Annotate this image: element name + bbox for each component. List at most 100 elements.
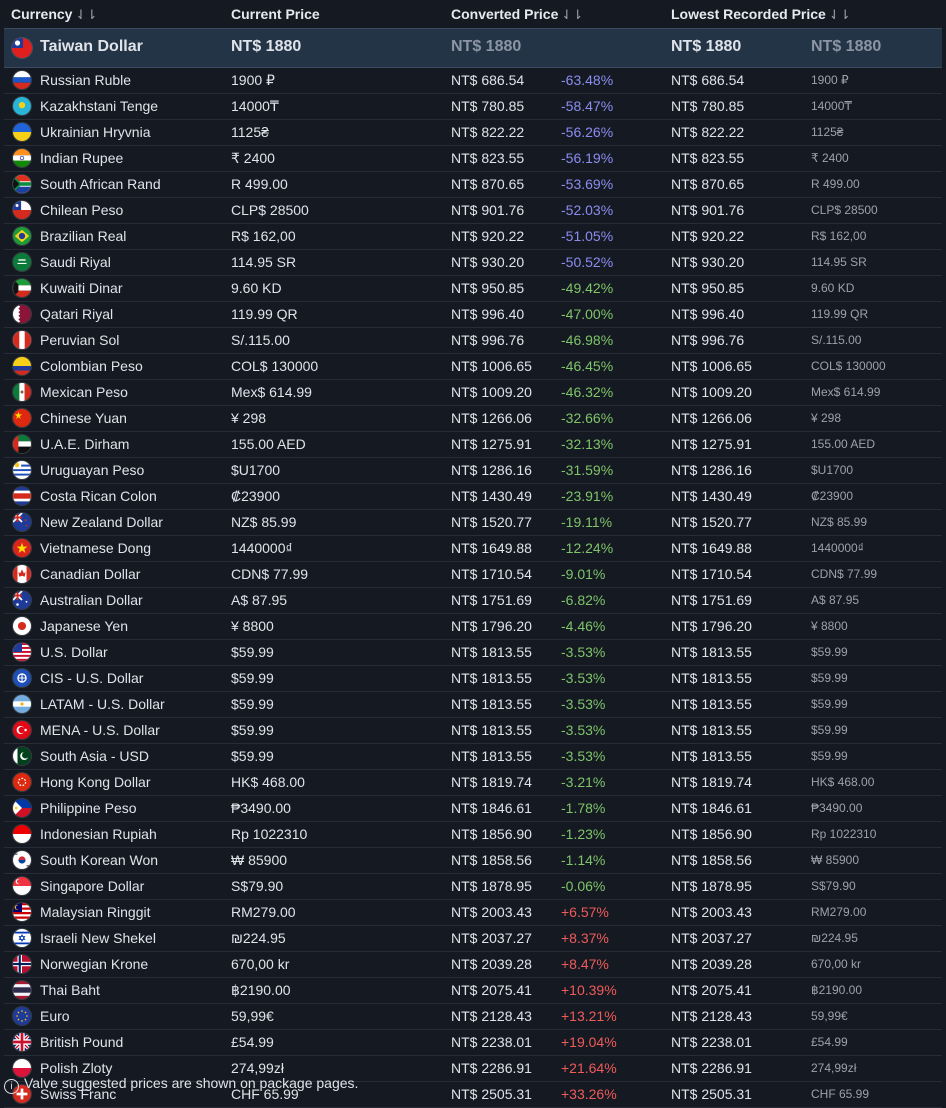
converted-price: NT$ 920.22 <box>451 228 525 244</box>
currency-row: Kazakhstani Tenge 14000₸ NT$ 780.85 -58.47%… <box>4 94 942 120</box>
lowest-local-price: 119.99 QR <box>811 307 869 321</box>
flag-icon-tw <box>12 38 32 58</box>
current-price: RM279.00 <box>231 904 296 920</box>
lowest-price: NT$ 2003.43 <box>671 904 752 920</box>
price-difference: -9.01% <box>561 566 606 582</box>
lowest-price: NT$ 2505.31 <box>671 1086 752 1102</box>
price-difference: -4.46% <box>561 618 606 634</box>
current-price: NZ$ 85.99 <box>231 514 297 530</box>
flag-icon-za <box>13 175 31 193</box>
current-price: 1125₴ <box>231 124 269 140</box>
flag-icon-uy <box>13 461 31 479</box>
currency-row: Mexican Peso Mex$ 614.99 NT$ 1009.20 -46.32… <box>4 380 942 406</box>
lowest-price: NT$ 1813.55 <box>671 696 752 712</box>
lowest-price: NT$ 2075.41 <box>671 982 752 998</box>
lowest-price: NT$ 1286.16 <box>671 462 752 478</box>
currency-row: Chilean Peso CLP$ 28500 NT$ 901.76 -52.03% N… <box>4 198 942 224</box>
converted-price: NT$ 1878.95 <box>451 878 532 894</box>
flag-icon-ua <box>13 123 31 141</box>
lowest-price: NT$ 1858.56 <box>671 852 752 868</box>
currency-row: Ukrainian Hryvnia 1125₴ NT$ 822.22 -56.26% N… <box>4 120 942 146</box>
current-price: R$ 162,00 <box>231 228 296 244</box>
lowest-local-price: 9.60 KD <box>811 281 855 295</box>
flag-icon-mx <box>13 383 31 401</box>
converted-price: NT$ 822.22 <box>451 124 525 140</box>
base-converted-price: NT$ 1880 <box>451 38 522 55</box>
lowest-price: NT$ 2238.01 <box>671 1034 752 1050</box>
current-price: $59.99 <box>231 644 274 660</box>
converted-price: NT$ 1430.49 <box>451 488 532 504</box>
currency-row: Australian Dollar A$ 87.95 NT$ 1751.69 -6.8… <box>4 588 942 614</box>
converted-price: NT$ 950.85 <box>451 280 525 296</box>
currency-name: Mexican Peso <box>40 384 128 400</box>
sort-icon[interactable]: ⇃⇂ <box>561 7 583 22</box>
currency-name: South Asia - USD <box>40 748 149 764</box>
lowest-local-price: 1440000₫ <box>811 541 864 555</box>
price-difference: -52.03% <box>561 202 614 218</box>
flag-icon-id <box>13 825 31 843</box>
price-difference: +21.64% <box>561 1060 617 1076</box>
currency-name: Chilean Peso <box>40 202 124 218</box>
sort-icon[interactable]: ⇃⇂ <box>75 7 97 22</box>
converted-price: NT$ 1813.55 <box>451 670 532 686</box>
currency-name: Brazilian Real <box>40 228 127 244</box>
sort-icon[interactable]: ⇃⇂ <box>829 7 851 22</box>
base-lowest-price: NT$ 1880 <box>671 38 742 55</box>
converted-price: NT$ 996.76 <box>451 332 525 348</box>
flag-icon-ar <box>13 695 31 713</box>
lowest-local-price: ¥ 8800 <box>811 619 848 633</box>
price-difference: -49.42% <box>561 280 614 296</box>
current-price: 59,99€ <box>231 1008 274 1024</box>
flag-icon-kw <box>13 279 31 297</box>
currency-name: LATAM - U.S. Dollar <box>40 696 165 712</box>
header-currency[interactable]: Currency ⇃⇂ <box>11 6 97 23</box>
header-converted-price[interactable]: Converted Price ⇃⇂ <box>451 6 583 23</box>
current-price: ฿2190.00 <box>231 982 291 998</box>
price-difference: -46.45% <box>561 358 614 374</box>
currency-name: Singapore Dollar <box>40 878 145 894</box>
current-price: 155.00 AED <box>231 436 306 452</box>
lowest-local-price: ¥ 298 <box>811 411 842 425</box>
currency-row: Singapore Dollar S$79.90 NT$ 1878.95 -0.06%… <box>4 874 942 900</box>
lowest-local-price: ₱3490.00 <box>811 801 863 815</box>
flag-icon-ph <box>13 799 31 817</box>
current-price: S/.115.00 <box>231 332 290 348</box>
price-difference: +19.04% <box>561 1034 617 1050</box>
lowest-price: NT$ 1813.55 <box>671 644 752 660</box>
currency-row: Vietnamese Dong 1440000₫ NT$ 1649.88 -12.24… <box>4 536 942 562</box>
lowest-local-price: $59.99 <box>811 723 848 737</box>
header-lowest-price[interactable]: Lowest Recorded Price ⇃⇂ <box>671 6 851 23</box>
flag-icon-gb <box>13 1033 31 1051</box>
converted-price: NT$ 2286.91 <box>451 1060 532 1076</box>
lowest-local-price: £54.99 <box>811 1035 848 1049</box>
current-price: $59.99 <box>231 748 274 764</box>
currency-row: LATAM - U.S. Dollar $59.99 NT$ 1813.55 -3.5… <box>4 692 942 718</box>
converted-price: NT$ 686.54 <box>451 72 525 88</box>
converted-price: NT$ 870.65 <box>451 176 525 192</box>
price-difference: -32.13% <box>561 436 614 452</box>
current-price: 114.95 SR <box>231 254 297 270</box>
current-price: 9.60 KD <box>231 280 282 296</box>
footer-text: Valve suggested prices are shown on pack… <box>24 1075 359 1091</box>
converted-price: NT$ 2505.31 <box>451 1086 532 1102</box>
lowest-local-price: $U1700 <box>811 463 854 477</box>
currency-row: South Korean Won ₩ 85900 NT$ 1858.56 -1.14%… <box>4 848 942 874</box>
price-difference: -31.59% <box>561 462 614 478</box>
lowest-local-price: S/.115.00 <box>811 333 862 347</box>
currency-row: Qatari Riyal 119.99 QR NT$ 996.40 -47.00% NT… <box>4 302 942 328</box>
converted-price: NT$ 823.55 <box>451 150 525 166</box>
currency-name: U.S. Dollar <box>40 644 108 660</box>
converted-price: NT$ 1710.54 <box>451 566 532 582</box>
lowest-price: NT$ 2128.43 <box>671 1008 752 1024</box>
lowest-price: NT$ 870.65 <box>671 176 745 192</box>
currency-name: U.A.E. Dirham <box>40 436 130 452</box>
currency-name: Uruguayan Peso <box>40 462 145 478</box>
converted-price: NT$ 1006.65 <box>451 358 532 374</box>
price-difference: -56.19% <box>561 150 614 166</box>
lowest-local-price: R$ 162,00 <box>811 229 867 243</box>
converted-price: NT$ 1813.55 <box>451 722 532 738</box>
currency-name: Israeli New Shekel <box>40 930 156 946</box>
current-price: ₡23900 <box>231 488 281 504</box>
currency-row: Japanese Yen ¥ 8800 NT$ 1796.20 -4.46% NT$ 1… <box>4 614 942 640</box>
current-price: $59.99 <box>231 670 274 686</box>
